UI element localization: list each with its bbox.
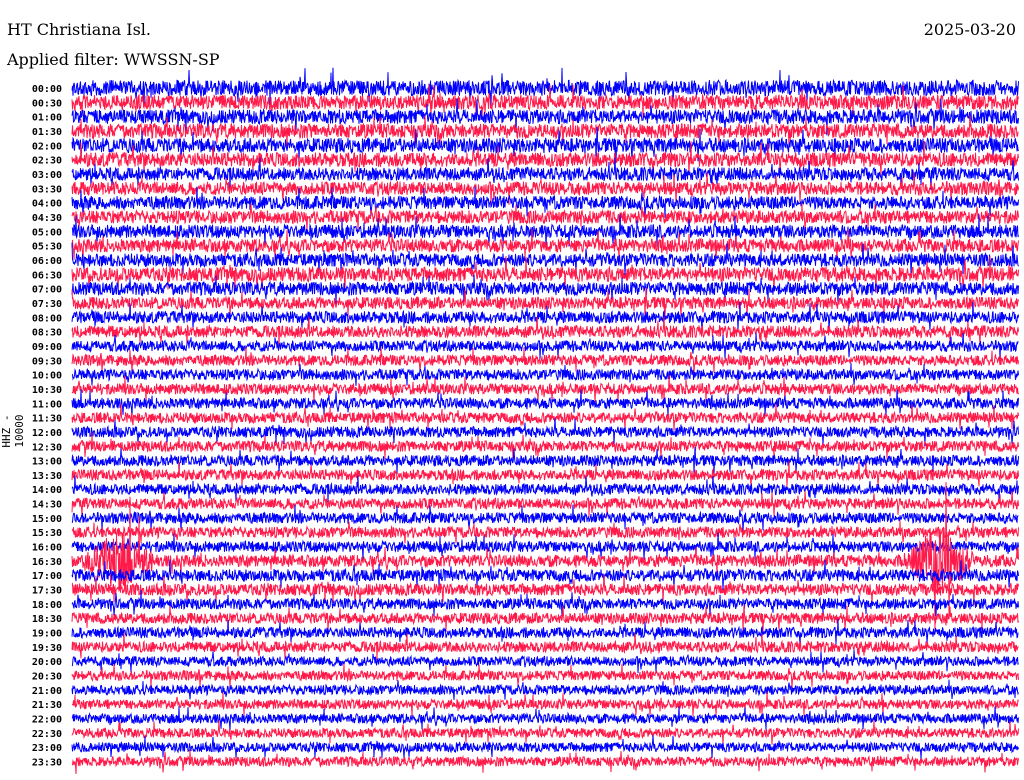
trace-1500 [71,504,1019,532]
row-time-label: 19:00 [32,629,62,640]
row-time-label: 17:30 [32,586,62,597]
row-time-label: 15:00 [32,514,62,525]
row-time-label: 01:30 [32,127,62,138]
row-time-label: 13:00 [32,457,62,468]
row-time-label: 11:00 [32,399,62,410]
row-time-label: 03:00 [32,170,62,181]
row-time-label: 17:00 [32,571,62,582]
row-time-label: 08:30 [32,328,62,339]
row-time-label: 18:30 [32,614,62,625]
row-time-label: 21:00 [32,686,62,697]
row-time-label: 11:30 [32,414,62,425]
row-time-label: 02:30 [32,156,62,167]
row-time-label: 10:00 [32,371,62,382]
row-time-label: 00:30 [32,98,62,109]
row-time-label: 16:30 [32,557,62,568]
trace-1730 [71,574,1019,606]
row-time-label: 06:00 [32,256,62,267]
trace-2030 [71,663,1019,689]
row-time-label: 07:30 [32,299,62,310]
row-time-label: 03:30 [32,184,62,195]
helicorder-plot: 00:00 00:30 01:00 01:30 02:00 02:30 03:00 03:30… [32,67,1019,775]
trace-1130 [71,403,1019,431]
row-time-label: 22:30 [32,729,62,740]
row-time-label: 04:00 [32,199,62,210]
row-time-label: 09:00 [32,342,62,353]
row-time-label: 06:30 [32,270,62,281]
trace-2300 [71,735,1019,759]
row-time-label: 21:30 [32,700,62,711]
row-time-label: 23:00 [32,743,62,754]
row-time-label: 05:00 [32,227,62,238]
row-time-label: 12:00 [32,428,62,439]
trace-1430 [71,490,1019,518]
row-time-label: 13:30 [32,471,62,482]
row-time-label: 14:30 [32,500,62,511]
row-time-label: 20:00 [32,657,62,668]
trace-2100 [71,679,1019,700]
row-time-label: 09:30 [32,356,62,367]
trace-2330 [71,749,1019,775]
trace-2130 [71,691,1019,717]
row-time-label: 19:30 [32,643,62,654]
trace-1000 [71,363,1019,386]
row-time-label: 12:30 [32,442,62,453]
trace-2230 [71,720,1019,745]
trace-2000 [71,649,1019,674]
row-time-label: 20:30 [32,672,62,683]
row-time-label: 15:30 [32,528,62,539]
trace-1100 [71,389,1019,418]
row-time-label: 14:00 [32,485,62,496]
row-time-label: 05:30 [32,242,62,253]
row-time-label: 22:00 [32,715,62,726]
trace-1530 [71,520,1019,544]
trace-2200 [71,706,1019,731]
row-time-label: 10:30 [32,385,62,396]
row-time-label: 04:30 [32,213,62,224]
row-time-label: 01:00 [32,113,62,124]
row-time-label: 00:00 [32,84,62,95]
row-time-label: 08:00 [32,313,62,324]
row-time-label: 07:00 [32,285,62,296]
row-time-label: 23:30 [32,758,62,769]
row-time-label: 18:00 [32,600,62,611]
row-time-label: 16:00 [32,543,62,554]
trace-1200 [71,418,1019,446]
row-time-label: 02:00 [32,141,62,152]
